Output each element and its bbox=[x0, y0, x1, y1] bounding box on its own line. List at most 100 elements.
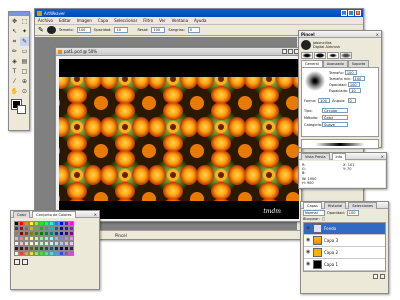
palette-swatch[interactable] bbox=[69, 251, 74, 256]
layers-panel: Capas Historial Selecciones Normal Opaci… bbox=[300, 201, 389, 294]
brush-panel: Pincel × Jaboncillos Digital Airbrush Ge… bbox=[298, 30, 382, 149]
eraser-icon[interactable]: ▭ bbox=[20, 47, 29, 56]
brush-presets-strip[interactable] bbox=[299, 52, 381, 59]
angle-field[interactable]: 0 bbox=[347, 98, 356, 103]
tab-avanzado[interactable]: Avanzado bbox=[322, 60, 348, 67]
menu-ventana[interactable]: Ventana bbox=[172, 18, 188, 23]
text-tool-icon[interactable]: T bbox=[10, 67, 19, 76]
type-select[interactable]: Circular bbox=[322, 108, 348, 113]
doc-minimize-icon[interactable] bbox=[282, 49, 287, 54]
menu-seleccionar[interactable]: Seleccionar bbox=[114, 18, 137, 23]
background-color[interactable] bbox=[17, 105, 26, 114]
document-canvas[interactable]: tmdm bbox=[59, 59, 299, 219]
visibility-eye-icon[interactable]: ◉ bbox=[306, 250, 311, 255]
visibility-eye-icon[interactable]: ◉ bbox=[306, 226, 311, 231]
color-panel-close-icon[interactable]: × bbox=[94, 212, 97, 217]
shape-label: Forma: bbox=[304, 98, 317, 103]
brush-spacing-field[interactable]: 10 bbox=[349, 88, 362, 93]
layer-name: Capa 3 bbox=[324, 238, 339, 243]
tab-capas[interactable]: Capas bbox=[303, 201, 322, 209]
title-bar: ArtWeaver _ × bbox=[35, 9, 363, 17]
tab-historial[interactable]: Historial bbox=[323, 201, 347, 209]
tab-color[interactable]: Color bbox=[13, 210, 31, 218]
brush-panel-close-icon[interactable]: × bbox=[376, 32, 379, 37]
info-close-icon[interactable]: × bbox=[381, 154, 384, 159]
layer-thumbnail bbox=[313, 224, 322, 233]
size-field[interactable]: 100 bbox=[76, 27, 91, 33]
blend-mode-select[interactable]: Normal bbox=[303, 210, 325, 216]
new-layer-icon[interactable] bbox=[373, 274, 378, 279]
delete-layer-icon[interactable] bbox=[380, 274, 385, 279]
fill-icon[interactable]: ◈ bbox=[10, 57, 19, 66]
gradient-icon[interactable]: ▤ bbox=[20, 57, 29, 66]
menu-archivo[interactable]: Archivo bbox=[38, 18, 53, 23]
shape-tool-icon[interactable]: □ bbox=[20, 67, 29, 76]
size-readout: W: 1900 H: 900 bbox=[302, 177, 342, 186]
opacity-field[interactable]: 10 bbox=[114, 27, 129, 33]
brush-size-field[interactable]: 100 bbox=[344, 70, 357, 75]
hand-icon[interactable]: ✋ bbox=[10, 87, 19, 96]
layer-row[interactable]: ◉ Capa 2 bbox=[304, 247, 385, 259]
method-label: Método: bbox=[304, 116, 319, 120]
brush-panel-title: Pincel × bbox=[299, 31, 381, 38]
tab-info[interactable]: Info bbox=[331, 152, 347, 160]
tab-general[interactable]: General bbox=[301, 60, 323, 67]
tab-vista-previa[interactable]: Vista Previa bbox=[301, 152, 330, 160]
tab-color-set[interactable]: Conjunto de Colores bbox=[32, 210, 76, 218]
menu-capa[interactable]: Capa bbox=[98, 18, 108, 23]
brush-preview-thumb[interactable] bbox=[301, 40, 311, 50]
tab-selecciones[interactable]: Selecciones bbox=[348, 201, 377, 209]
color-swatches[interactable] bbox=[9, 99, 29, 114]
eyedropper-icon[interactable]: ⁄ bbox=[10, 77, 19, 86]
move-tool-icon[interactable]: ✥ bbox=[10, 17, 19, 26]
category-select[interactable]: Suave bbox=[322, 122, 348, 127]
brush-icon[interactable]: ✎ bbox=[20, 37, 29, 46]
menu-ayuda[interactable]: Ayuda bbox=[194, 18, 206, 23]
h-value: 900 bbox=[306, 180, 314, 185]
info-panel-tabs: Vista Previa Info × bbox=[299, 152, 386, 160]
lasso-tool-icon[interactable]: ↖ bbox=[10, 27, 19, 36]
layer-row[interactable]: ◉ Fondo bbox=[304, 223, 385, 235]
layer-opacity-field[interactable]: 100 bbox=[346, 210, 359, 216]
visibility-eye-icon[interactable]: ◉ bbox=[306, 262, 311, 267]
minimize-icon[interactable]: _ bbox=[341, 10, 347, 16]
doc-maximize-icon[interactable] bbox=[288, 49, 293, 54]
category-label: Categoría: bbox=[304, 123, 323, 127]
color-palette-grid[interactable] bbox=[14, 221, 96, 256]
tab-soporte[interactable]: Soporte bbox=[347, 60, 370, 67]
method-select[interactable]: Color bbox=[322, 115, 348, 120]
crop-tool-icon[interactable]: ⌗ bbox=[10, 37, 19, 46]
coords-readout: X: 101 Y: 70 bbox=[343, 163, 383, 176]
visibility-eye-icon[interactable]: ◉ bbox=[306, 238, 311, 243]
brush-min-size-field[interactable]: 100 bbox=[352, 76, 365, 81]
menu-ver[interactable]: Ver bbox=[159, 18, 166, 23]
maximize-icon[interactable] bbox=[348, 10, 354, 16]
color-panel: Color Conjunto de Colores × bbox=[10, 210, 100, 290]
reset-field[interactable]: 100 bbox=[151, 27, 166, 33]
layer-row[interactable]: ◉ Capa 3 bbox=[304, 235, 385, 247]
shape-field[interactable]: 100 bbox=[318, 98, 331, 103]
wand-tool-icon[interactable]: ✦ bbox=[20, 27, 29, 36]
lock-icon[interactable]: ▢ bbox=[322, 217, 325, 221]
brush-tool-icon[interactable]: ✎ bbox=[38, 26, 44, 34]
close-icon[interactable]: × bbox=[355, 10, 361, 16]
pencil-icon[interactable]: ✏ bbox=[10, 47, 19, 56]
brush-preset-2[interactable]: Digital Airbrush bbox=[313, 45, 340, 49]
clone-icon[interactable]: ⊙ bbox=[20, 87, 29, 96]
select-tool-icon[interactable]: ⬚ bbox=[20, 17, 29, 26]
brush-min-size-label: Tamaño min: bbox=[329, 77, 352, 81]
palette-new-icon[interactable] bbox=[14, 259, 20, 265]
menu-filtro[interactable]: Filtro bbox=[143, 18, 153, 23]
indent-field[interactable]: 0 bbox=[187, 27, 200, 33]
layer-opacity-label: Opacidad: bbox=[327, 211, 345, 215]
palette-delete-icon[interactable] bbox=[22, 259, 28, 265]
menu-imagen[interactable]: Imagen bbox=[77, 18, 92, 23]
layer-row[interactable]: ◉ Capa 1 bbox=[304, 259, 385, 271]
layer-name: Fondo bbox=[324, 226, 337, 231]
zoom-icon[interactable]: ⊕ bbox=[20, 77, 29, 86]
brush-preview-icon[interactable] bbox=[46, 26, 56, 34]
layers-list: ◉ Fondo ◉ Capa 3 ◉ Capa 2 ◉ Capa 1 bbox=[303, 222, 386, 272]
menu-editar[interactable]: Editar bbox=[59, 18, 71, 23]
brush-opacity-field[interactable]: 100 bbox=[347, 82, 360, 87]
y-label: Y: bbox=[343, 167, 346, 171]
